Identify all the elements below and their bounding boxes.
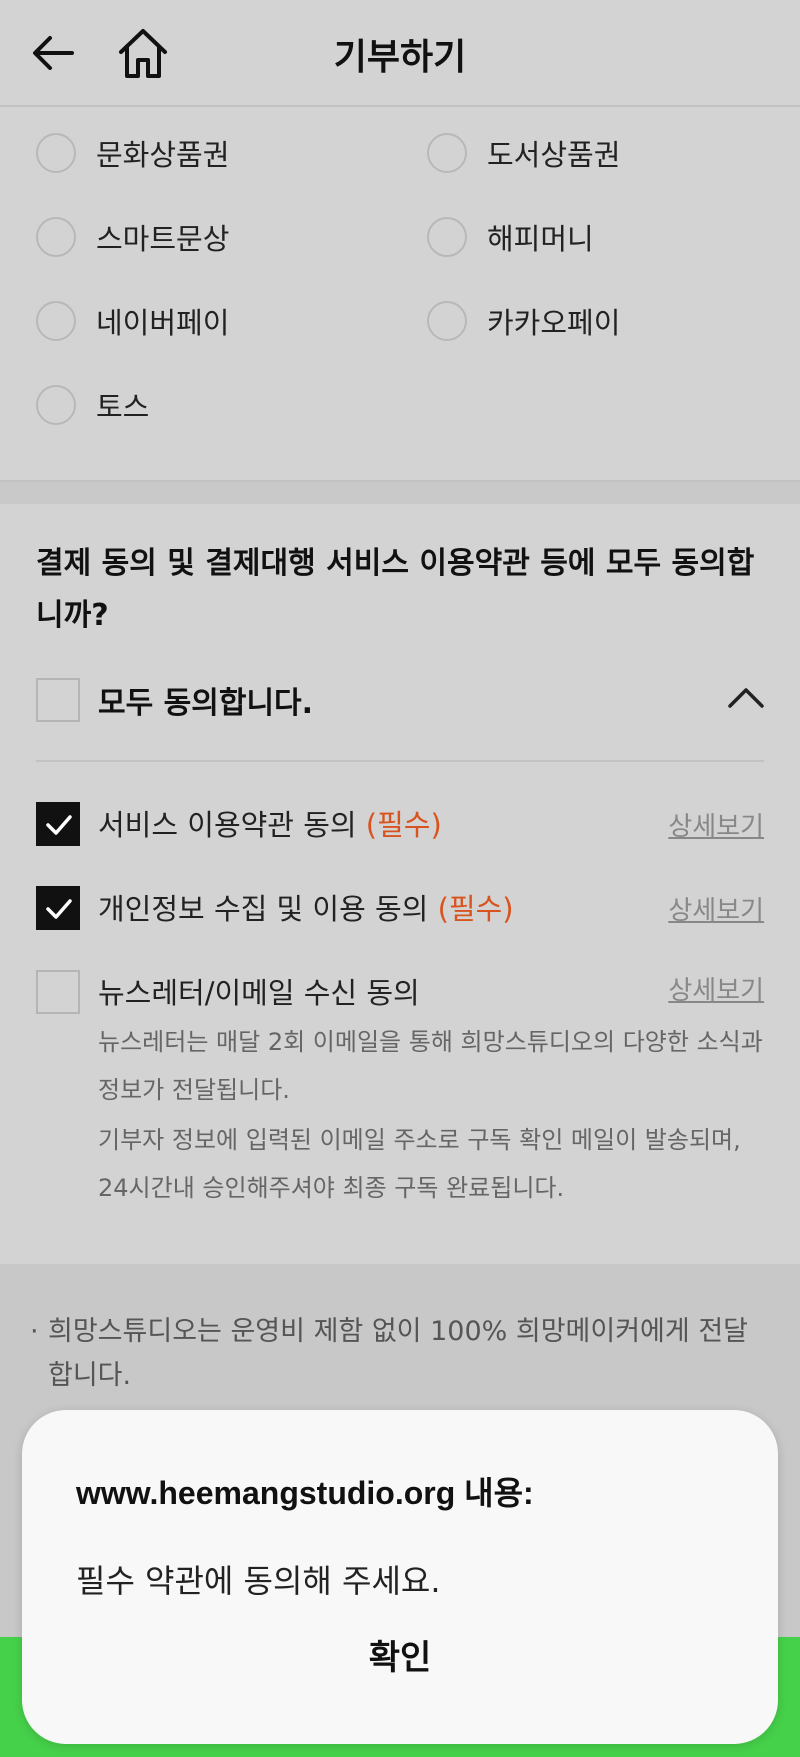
section-divider bbox=[0, 480, 800, 504]
agree-all-label[interactable]: 모두 동의합니다. bbox=[98, 678, 313, 722]
privacy-detail-link[interactable]: 상세보기 bbox=[668, 890, 764, 927]
payment-option-label: 네이버페이 bbox=[96, 306, 230, 340]
newsletter-detail-link[interactable]: 상세보기 bbox=[668, 970, 764, 1007]
dialog-confirm-button[interactable]: 확인 bbox=[22, 1630, 778, 1679]
payment-option-label: 문화상품권 bbox=[96, 138, 230, 172]
payment-option[interactable]: 네이버페이 bbox=[36, 297, 229, 345]
terms-service-detail-link[interactable]: 상세보기 bbox=[668, 806, 764, 843]
term-label-text: 뉴스레터/이메일 수신 동의 bbox=[98, 976, 420, 1010]
newsletter-label: 뉴스레터/이메일 수신 동의 bbox=[98, 970, 420, 1012]
agree-all-checkbox[interactable] bbox=[36, 678, 80, 722]
terms-section: 결제 동의 및 결제대행 서비스 이용약관 등에 모두 동의합니까? 모두 동의… bbox=[0, 502, 800, 1264]
notice-item: · 희망스튜디오는 운영비 제함 없이 100% 희망메이커에게 전달합니다. bbox=[30, 1310, 770, 1398]
required-badge: (필수) bbox=[365, 808, 442, 842]
privacy-label: 개인정보 수집 및 이용 동의 (필수) bbox=[98, 886, 514, 928]
newsletter-confirm-description: 기부자 정보에 입력된 이메일 주소로 구독 확인 메일이 발송되며, 24시간… bbox=[98, 1126, 741, 1202]
checkmark-icon bbox=[46, 815, 72, 835]
payment-method-group: 문화상품권 도서상품권 스마트문상 해피머니 네이버페이 카카오페이 토스 bbox=[0, 107, 800, 479]
terms-service-checkbox[interactable] bbox=[36, 802, 80, 846]
chevron-up-icon[interactable] bbox=[726, 682, 766, 710]
dialog-title: www.heemangstudio.org 내용: bbox=[76, 1475, 534, 1511]
payment-option[interactable]: 카카오페이 bbox=[427, 297, 620, 345]
payment-option-label: 카카오페이 bbox=[487, 306, 621, 340]
radio-button[interactable] bbox=[36, 217, 76, 257]
term-label-text: 서비스 이용약관 동의 bbox=[98, 808, 357, 842]
header-bar: 기부하기 bbox=[0, 0, 800, 107]
radio-button[interactable] bbox=[36, 133, 76, 173]
required-badge: (필수) bbox=[437, 892, 514, 926]
alert-dialog: www.heemangstudio.org 내용: 필수 약관에 동의해 주세요… bbox=[22, 1410, 778, 1744]
newsletter-description: 뉴스레터는 매달 2회 이메일을 통해 희망스튜디오의 다양한 소식과 정보가 … bbox=[98, 1028, 763, 1104]
payment-option-label: 토스 bbox=[96, 390, 150, 424]
newsletter-checkbox[interactable] bbox=[36, 970, 80, 1014]
bullet: · bbox=[30, 1316, 39, 1347]
radio-button[interactable] bbox=[36, 385, 76, 425]
radio-button[interactable] bbox=[427, 217, 467, 257]
payment-option[interactable]: 토스 bbox=[36, 381, 149, 429]
radio-button[interactable] bbox=[427, 301, 467, 341]
payment-option[interactable]: 문화상품권 bbox=[36, 129, 229, 177]
payment-option[interactable]: 스마트문상 bbox=[36, 213, 229, 261]
payment-option-label: 도서상품권 bbox=[487, 138, 621, 172]
term-label-text: 개인정보 수집 및 이용 동의 bbox=[98, 892, 429, 926]
payment-option[interactable]: 해피머니 bbox=[427, 213, 594, 261]
payment-option-label: 스마트문상 bbox=[96, 222, 230, 256]
notice-text: 희망스튜디오는 운영비 제함 없이 100% 희망메이커에게 전달합니다. bbox=[48, 1316, 749, 1391]
terms-service-label: 서비스 이용약관 동의 (필수) bbox=[98, 802, 442, 844]
page-title: 기부하기 bbox=[333, 37, 467, 78]
radio-button[interactable] bbox=[427, 133, 467, 173]
dialog-message: 필수 약관에 동의해 주세요. bbox=[76, 1562, 441, 1600]
radio-button[interactable] bbox=[36, 301, 76, 341]
payment-option-label: 해피머니 bbox=[487, 222, 594, 256]
payment-option[interactable]: 도서상품권 bbox=[427, 129, 620, 177]
checkmark-icon bbox=[46, 899, 72, 919]
divider bbox=[36, 760, 764, 762]
terms-question: 결제 동의 및 결제대행 서비스 이용약관 등에 모두 동의합니까? bbox=[36, 546, 755, 633]
privacy-checkbox[interactable] bbox=[36, 886, 80, 930]
